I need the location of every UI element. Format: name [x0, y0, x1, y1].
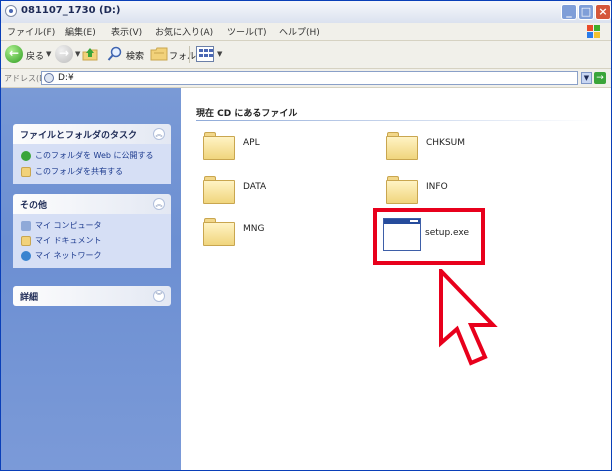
menu-edit[interactable]: 編集(E)	[65, 25, 96, 38]
window-title: 081107_1730 (D:)	[21, 5, 121, 16]
place-my-documents-label: マイ ドキュメント	[35, 236, 102, 245]
toolbar-separator	[189, 46, 190, 63]
collapse-chevron-icon[interactable]: ︽	[153, 198, 165, 210]
folder-chksum[interactable]: CHKSUM	[386, 130, 506, 164]
expand-chevron-icon[interactable]: ︾	[153, 290, 165, 302]
forward-arrow-icon: →	[58, 46, 70, 60]
folder-icon	[203, 132, 235, 160]
views-icon[interactable]	[196, 46, 214, 62]
address-value: D:¥	[58, 73, 74, 83]
highlight-box	[373, 208, 485, 265]
folder-icon	[386, 132, 418, 160]
other-places-header[interactable]: その他 ︽	[13, 194, 171, 214]
folder-icon	[203, 218, 235, 246]
back-button[interactable]: ←	[5, 45, 23, 63]
details-header[interactable]: 詳細 ︾	[13, 286, 171, 306]
menu-bar: ファイル(F) 編集(E) 表示(V) お気に入り(A) ツール(T) ヘルプ(…	[1, 23, 611, 41]
views-dropdown-icon[interactable]: ▼	[217, 50, 222, 58]
forward-button[interactable]: →	[55, 45, 73, 63]
group-divider	[196, 120, 596, 121]
folder-data[interactable]: DATA	[203, 174, 323, 208]
menu-help[interactable]: ヘルプ(H)	[279, 25, 320, 38]
place-my-computer-label: マイ コンピュータ	[35, 221, 102, 230]
maximize-button[interactable]: □	[578, 4, 594, 20]
file-tasks-panel: このフォルダを Web に公開する このフォルダを共有する	[13, 144, 171, 184]
search-label[interactable]: 検索	[126, 49, 144, 62]
folder-info[interactable]: INFO	[386, 174, 506, 208]
menu-favorites[interactable]: お気に入り(A)	[155, 25, 213, 38]
collapse-chevron-icon[interactable]: ︽	[153, 128, 165, 140]
close-button[interactable]: ×	[595, 4, 611, 20]
address-dropdown-icon[interactable]: ▼	[581, 72, 592, 84]
address-bar: アドレス(D) D:¥ ▼ → 移動	[1, 69, 611, 88]
other-places-panel: マイ コンピュータ マイ ドキュメント マイ ネットワーク	[13, 214, 171, 268]
search-icon[interactable]	[107, 46, 123, 62]
web-publish-icon	[21, 151, 31, 161]
documents-icon	[21, 236, 31, 246]
back-label: 戻る	[26, 52, 45, 62]
folder-label: MNG	[243, 224, 265, 234]
folder-mng[interactable]: MNG	[203, 216, 323, 250]
menu-tools[interactable]: ツール(T)	[227, 25, 267, 38]
back-dropdown-icon[interactable]: ▼	[46, 50, 51, 58]
folder-icon	[386, 176, 418, 204]
file-list-area: 現在 CD にあるファイル APL CHKSUM DATA INFO MNG	[181, 88, 611, 470]
folders-icon[interactable]	[150, 47, 168, 61]
minimize-button[interactable]: _	[561, 4, 577, 20]
folder-label: CHKSUM	[426, 138, 466, 148]
toolbar: ← 戻る ▼ → ▼ 検索 フォルダ ▼	[1, 41, 611, 69]
menu-view[interactable]: 表示(V)	[111, 25, 142, 38]
folder-icon	[203, 176, 235, 204]
forward-dropdown-icon[interactable]: ▼	[75, 50, 80, 58]
cd-drive-icon	[5, 5, 17, 17]
share-folder-icon	[21, 167, 31, 177]
up-folder-icon[interactable]	[82, 46, 98, 62]
address-input[interactable]: D:¥	[41, 71, 578, 85]
folder-label: INFO	[426, 182, 448, 192]
computer-icon	[21, 221, 31, 231]
windows-logo-icon	[587, 25, 601, 38]
go-arrow-icon[interactable]: →	[594, 72, 606, 84]
details-title: 詳細	[20, 293, 39, 303]
menu-file[interactable]: ファイル(F)	[7, 25, 55, 38]
task-publish-web-label: このフォルダを Web に公開する	[35, 151, 154, 160]
pointer-arrow-icon	[439, 269, 498, 366]
place-my-network-label: マイ ネットワーク	[35, 251, 102, 260]
file-tasks-title: ファイルとフォルダのタスク	[20, 131, 138, 141]
explorer-window: 081107_1730 (D:) _ □ × ファイル(F) 編集(E) 表示(…	[0, 0, 612, 471]
back-arrow-icon: ←	[8, 46, 20, 60]
group-title: 現在 CD にあるファイル	[196, 109, 298, 119]
network-icon	[21, 251, 31, 261]
task-pane: ファイルとフォルダのタスク ︽ このフォルダを Web に公開する このフォルダ…	[1, 88, 181, 470]
task-share-folder-label: このフォルダを共有する	[35, 167, 123, 176]
file-tasks-header[interactable]: ファイルとフォルダのタスク ︽	[13, 124, 171, 144]
folder-label: DATA	[243, 182, 267, 192]
other-places-title: その他	[20, 201, 48, 211]
title-bar[interactable]: 081107_1730 (D:) _ □ ×	[1, 1, 611, 24]
folder-apl[interactable]: APL	[203, 130, 323, 164]
folder-label: APL	[243, 138, 260, 148]
cd-drive-icon	[44, 73, 54, 83]
